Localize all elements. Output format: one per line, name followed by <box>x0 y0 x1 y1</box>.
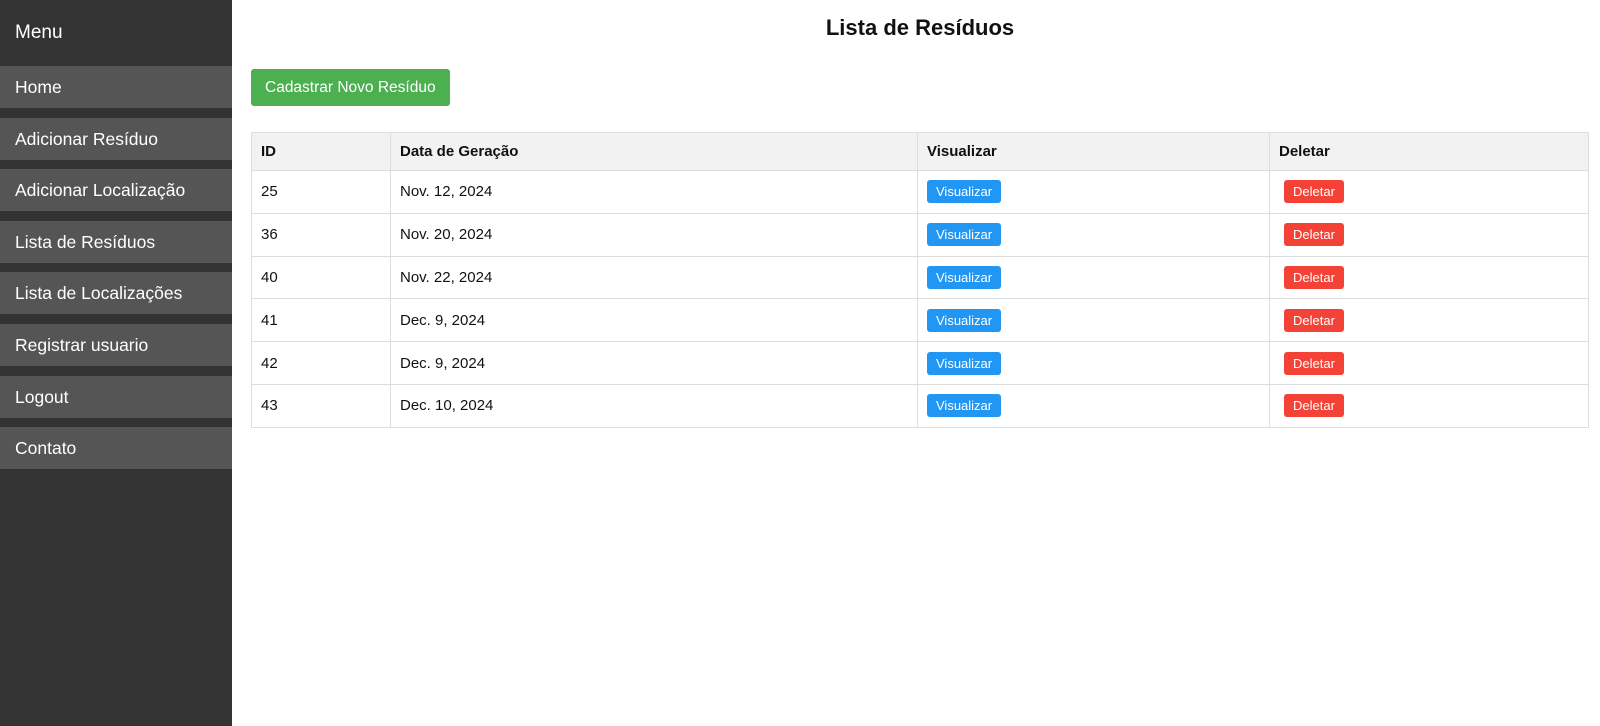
sidebar: Menu Home Adicionar Resíduo Adicionar Lo… <box>0 0 232 726</box>
main-content: Lista de Resíduos Cadastrar Novo Resíduo… <box>232 0 1600 726</box>
table-row: 36 Nov. 20, 2024 Visualizar Deletar <box>251 212 1589 257</box>
table-row: 43 Dec. 10, 2024 Visualizar Deletar <box>251 383 1589 428</box>
delete-button[interactable]: Deletar <box>1284 351 1344 375</box>
sidebar-item-adicionar-localizacao[interactable]: Adicionar Localização <box>0 169 232 212</box>
sidebar-item-logout[interactable]: Logout <box>0 375 232 418</box>
cell-delete: Deletar <box>1269 341 1589 385</box>
sidebar-title: Menu <box>15 22 63 43</box>
delete-button[interactable]: Deletar <box>1284 180 1344 204</box>
cell-id: 36 <box>251 212 391 257</box>
view-button[interactable]: Visualizar <box>927 394 1002 418</box>
cell-delete: Deletar <box>1269 298 1589 343</box>
header-date: Data de Geração <box>390 132 918 171</box>
cell-view: Visualizar <box>917 383 1270 428</box>
cell-date: Nov. 22, 2024 <box>390 255 918 300</box>
header-delete: Deletar <box>1269 132 1589 171</box>
view-button[interactable]: Visualizar <box>927 351 1002 375</box>
delete-button[interactable]: Deletar <box>1284 394 1344 418</box>
cell-view: Visualizar <box>917 212 1270 257</box>
view-button[interactable]: Visualizar <box>927 308 1002 332</box>
cell-delete: Deletar <box>1269 383 1589 428</box>
cell-date: Nov. 20, 2024 <box>390 212 918 257</box>
view-button[interactable]: Visualizar <box>927 265 1002 289</box>
cell-delete: Deletar <box>1269 255 1589 300</box>
sidebar-item-adicionar-residuo[interactable]: Adicionar Resíduo <box>0 117 232 160</box>
table-row: 42 Dec. 9, 2024 Visualizar Deletar <box>251 341 1589 385</box>
cell-delete: Deletar <box>1269 170 1589 214</box>
table-header-row: ID Data de Geração Visualizar Deletar <box>251 132 1589 171</box>
header-id: ID <box>251 132 391 171</box>
cell-date: Dec. 10, 2024 <box>390 383 918 428</box>
table-row: 25 Nov. 12, 2024 Visualizar Deletar <box>251 170 1589 214</box>
cell-id: 41 <box>251 298 391 343</box>
cell-view: Visualizar <box>917 298 1270 343</box>
sidebar-item-lista-localizacoes[interactable]: Lista de Localizações <box>0 272 232 315</box>
cell-date: Dec. 9, 2024 <box>390 298 918 343</box>
app-layout: Menu Home Adicionar Resíduo Adicionar Lo… <box>0 0 1600 726</box>
cell-id: 43 <box>251 383 391 428</box>
sidebar-nav: Home Adicionar Resíduo Adicionar Localiz… <box>0 66 232 470</box>
cell-date: Dec. 9, 2024 <box>390 341 918 385</box>
delete-button[interactable]: Deletar <box>1284 223 1344 247</box>
sidebar-item-registrar-usuario[interactable]: Registrar usuario <box>0 323 232 366</box>
residues-table: ID Data de Geração Visualizar Deletar 25… <box>251 132 1589 428</box>
cell-view: Visualizar <box>917 255 1270 300</box>
cell-id: 42 <box>251 341 391 385</box>
add-residue-button[interactable]: Cadastrar Novo Resíduo <box>251 69 450 106</box>
delete-button[interactable]: Deletar <box>1284 308 1344 332</box>
page-title: Lista de Resíduos <box>825 15 1015 40</box>
cell-view: Visualizar <box>917 170 1270 214</box>
delete-button[interactable]: Deletar <box>1284 265 1344 289</box>
table-row: 41 Dec. 9, 2024 Visualizar Deletar <box>251 298 1589 343</box>
view-button[interactable]: Visualizar <box>927 223 1002 247</box>
view-button[interactable]: Visualizar <box>927 180 1002 204</box>
sidebar-item-contato[interactable]: Contato <box>0 427 232 470</box>
cell-delete: Deletar <box>1269 212 1589 257</box>
sidebar-item-lista-residuos[interactable]: Lista de Resíduos <box>0 220 232 263</box>
table-row: 40 Nov. 22, 2024 Visualizar Deletar <box>251 255 1589 300</box>
cell-id: 25 <box>251 170 391 214</box>
header-view: Visualizar <box>917 132 1270 171</box>
sidebar-item-home[interactable]: Home <box>0 66 232 108</box>
cell-date: Nov. 12, 2024 <box>390 170 918 214</box>
cell-view: Visualizar <box>917 341 1270 385</box>
cell-id: 40 <box>251 255 391 300</box>
